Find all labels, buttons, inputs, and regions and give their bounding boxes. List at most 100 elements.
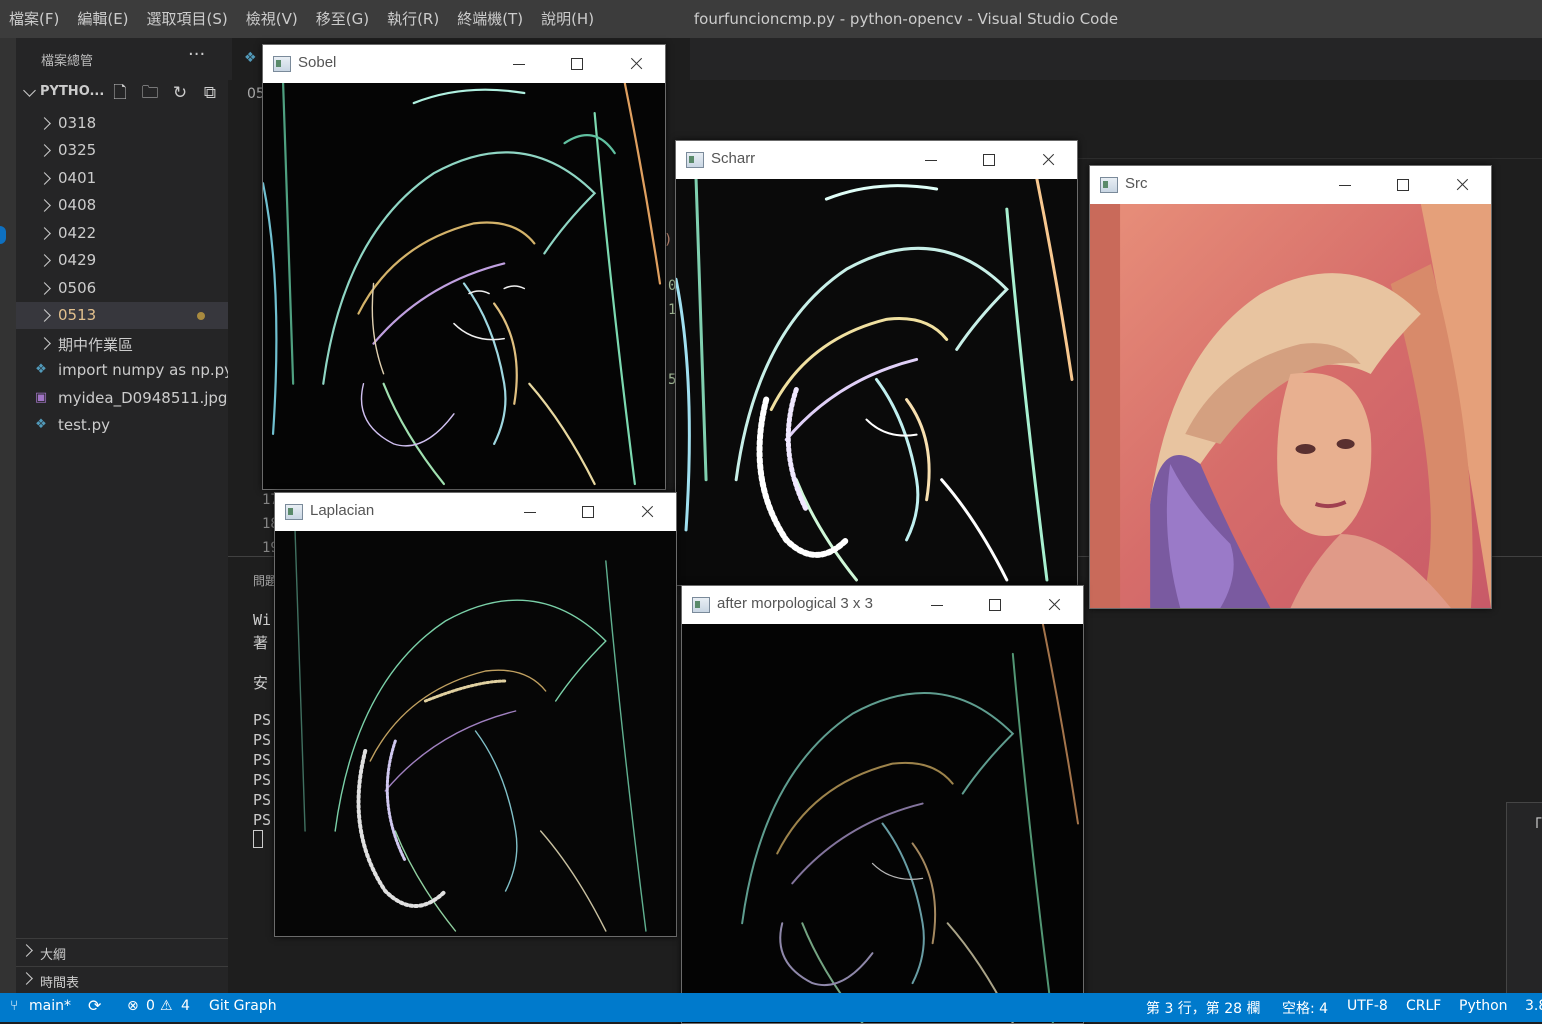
status-bar: ⑂ main* ⟳ ⊗ 0 ⚠ 4 Git Graph 第 3 行，第 28 欄… [0, 993, 1542, 1022]
tree-item-label: 0318 [58, 114, 97, 132]
terminal-line: PS [253, 791, 272, 809]
tree-file-test[interactable]: ❖ test.py [16, 412, 228, 439]
close-icon[interactable] [1450, 173, 1474, 197]
src-image [1090, 204, 1491, 608]
app-icon [692, 597, 710, 613]
terminal-line: PS [253, 811, 272, 829]
tree-item-label: 0506 [58, 279, 97, 297]
python-file-icon: ❖ [35, 417, 47, 432]
window-title: fourfuncioncmp.py - python-opencv - Visu… [693, 10, 1119, 28]
src-titlebar[interactable]: Src [1090, 166, 1491, 204]
tree-folder-0318[interactable]: 0318 [16, 110, 228, 137]
timeline-section[interactable]: 時間表 [16, 966, 228, 993]
terminal-line: PS [253, 731, 272, 749]
laplacian-titlebar[interactable]: Laplacian [275, 493, 676, 531]
laplacian-title: Laplacian [310, 502, 375, 519]
tree-item-label: 0429 [58, 251, 97, 269]
encoding[interactable]: UTF-8 [1347, 998, 1388, 1014]
cursor-position[interactable]: 第 3 行，第 28 欄 [1146, 998, 1261, 1018]
modified-dot [197, 312, 205, 320]
language-mode[interactable]: Python [1459, 998, 1508, 1014]
chevron-right-icon [38, 309, 51, 322]
tree-item-label: 0401 [58, 169, 97, 187]
tree-folder-0401[interactable]: 0401 [16, 165, 228, 192]
close-icon[interactable] [635, 500, 659, 524]
tree-folder-0325[interactable]: 0325 [16, 137, 228, 164]
maximize-icon[interactable] [977, 148, 1001, 172]
edge-image [275, 531, 676, 936]
tree-file-myidea[interactable]: ▣ myidea_D0948511.jpg [16, 385, 228, 412]
app-icon [285, 504, 303, 520]
branch-icon: ⑂ [10, 998, 19, 1014]
minimize-icon[interactable] [925, 593, 949, 617]
close-icon[interactable] [1042, 593, 1066, 617]
scharr-image [676, 179, 1077, 585]
outline-section[interactable]: 大綱 [16, 938, 228, 965]
git-graph-button[interactable]: Git Graph [209, 998, 277, 1014]
collapse-all-icon[interactable]: ⧉ [200, 83, 220, 103]
minimize-icon[interactable] [507, 52, 531, 76]
sync-icon[interactable]: ⟳ [88, 996, 101, 1015]
maximize-icon[interactable] [983, 593, 1007, 617]
laplacian-window[interactable]: Laplacian [274, 492, 677, 937]
tree-folder-0429[interactable]: 0429 [16, 247, 228, 274]
scharr-window[interactable]: Scharr [675, 140, 1078, 586]
scharr-titlebar[interactable]: Scharr [676, 141, 1077, 179]
tree-file-import-numpy[interactable]: ❖ import numpy as np.py [16, 357, 233, 384]
chevron-right-icon [38, 337, 51, 350]
maximize-icon[interactable] [576, 500, 600, 524]
project-header[interactable]: PYTHO... 🗋 🗀 ↻ ⧉ [16, 82, 228, 106]
error-count[interactable]: 0 [146, 998, 155, 1014]
chevron-right-icon [38, 117, 51, 130]
morphological-window[interactable]: after morpological 3 x 3 [681, 585, 1084, 1024]
sobel-window[interactable]: Sobel [262, 44, 666, 490]
tree-folder-midterm[interactable]: 期中作業區 [16, 330, 228, 357]
tree-item-label: 0325 [58, 141, 97, 159]
tree-item-label: 0422 [58, 224, 97, 242]
terminal-line: Wi [253, 611, 272, 629]
scharr-title: Scharr [711, 150, 756, 167]
morphological-title: after morpological 3 x 3 [717, 595, 873, 612]
new-folder-icon[interactable]: 🗀 [140, 83, 160, 103]
minimize-icon[interactable] [919, 148, 943, 172]
chevron-right-icon [38, 172, 51, 185]
python-version[interactable]: 3.8 [1525, 998, 1542, 1014]
sobel-titlebar[interactable]: Sobel [263, 45, 665, 83]
maximize-icon[interactable] [565, 52, 589, 76]
python-file-icon: ❖ [244, 50, 257, 66]
tree-folder-0408[interactable]: 0408 [16, 192, 228, 219]
tree-item-label: 期中作業區 [58, 336, 134, 354]
activity-bar [0, 38, 16, 993]
indentation[interactable]: 空格: 4 [1282, 998, 1328, 1018]
close-icon[interactable] [1036, 148, 1060, 172]
line-ending[interactable]: CRLF [1406, 998, 1441, 1014]
explorer-title: 檔案總管 [41, 54, 94, 69]
more-actions-icon[interactable]: ··· [188, 44, 205, 65]
chevron-down-icon [23, 84, 36, 97]
new-file-icon[interactable]: 🗋 [110, 83, 130, 103]
edge-image [676, 179, 1077, 585]
minimize-icon[interactable] [518, 500, 542, 524]
tree-folder-0422[interactable]: 0422 [16, 220, 228, 247]
edge-image [263, 83, 665, 489]
warning-count[interactable]: 4 [181, 998, 190, 1014]
tree-folder-0506[interactable]: 0506 [16, 275, 228, 302]
terminal-cursor[interactable] [253, 830, 263, 848]
morphological-titlebar[interactable]: after morpological 3 x 3 [682, 586, 1083, 624]
src-window[interactable]: Src [1089, 165, 1492, 609]
maximize-icon[interactable] [1391, 173, 1415, 197]
branch-name[interactable]: main* [29, 998, 71, 1014]
refresh-icon[interactable]: ↻ [170, 83, 190, 103]
chevron-right-icon [20, 944, 33, 957]
app-icon [686, 152, 704, 168]
laplacian-image [275, 531, 676, 936]
tree-folder-0513[interactable]: 0513 [16, 302, 228, 329]
tree-item-label: 0513 [58, 306, 97, 324]
edge-image [682, 624, 1083, 1023]
terminal-line: PS [253, 771, 272, 789]
explorer-sidebar: 檔案總管 ··· PYTHO... 🗋 🗀 ↻ ⧉ 0318 0325 0401… [16, 38, 233, 993]
chevron-right-icon [38, 199, 51, 212]
minimize-icon[interactable] [1333, 173, 1357, 197]
close-icon[interactable] [624, 52, 648, 76]
activity-badge [0, 226, 6, 244]
